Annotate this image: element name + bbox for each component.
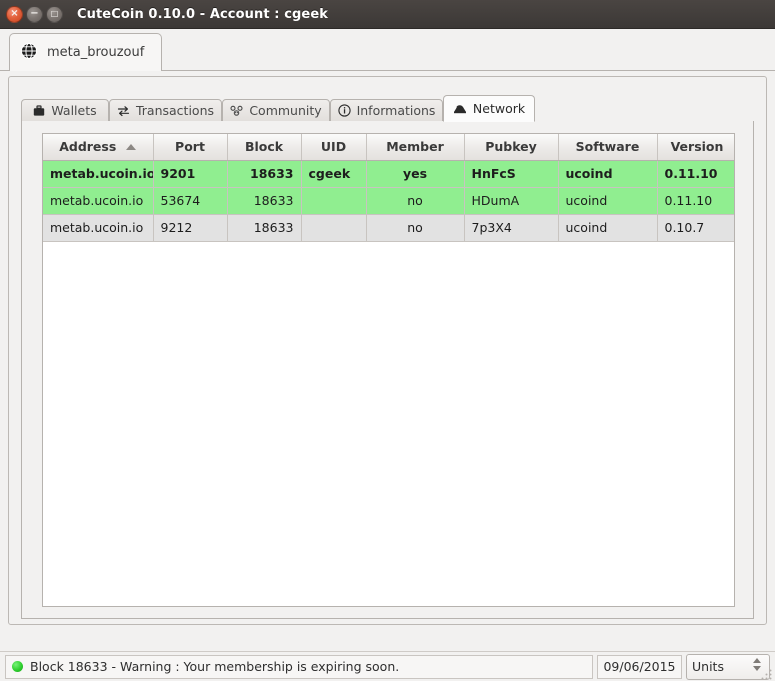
cell-version: 0.11.10 <box>657 160 734 188</box>
table-row[interactable]: metab.ucoin.io 9201 18633 cgeek yes HnFc… <box>43 160 734 188</box>
cell-member: no <box>366 214 465 242</box>
status-bar: Block 18633 - Warning : Your membership … <box>0 651 775 681</box>
units-selector-label: Units <box>692 659 724 674</box>
maximize-icon: □ <box>50 9 59 18</box>
tab-network-label: Network <box>472 101 526 116</box>
cell-pubkey: HDumA <box>464 187 559 215</box>
tab-network[interactable]: Network <box>443 95 535 122</box>
column-header-software[interactable]: Software <box>558 134 658 161</box>
tab-informations-label: Informations <box>356 103 436 118</box>
application-window: × − □ CuteCoin 0.10.0 - Account : cgeek <box>0 0 775 681</box>
tab-transactions-label: Transactions <box>135 103 215 118</box>
status-date-panel: 09/06/2015 <box>597 654 682 679</box>
title-bar: × − □ CuteCoin 0.10.0 - Account : cgeek <box>0 0 775 29</box>
account-tab-meta-brouzouf[interactable]: meta_brouzouf <box>9 33 162 71</box>
maximize-window-button[interactable]: □ <box>46 5 63 23</box>
status-message-panel: Block 18633 - Warning : Your membership … <box>5 654 593 679</box>
cell-version: 0.10.7 <box>657 214 734 242</box>
cell-pubkey: 7p3X4 <box>464 214 559 242</box>
cell-port: 53674 <box>153 187 228 215</box>
column-header-version[interactable]: Version <box>657 134 734 161</box>
window-controls: × − □ <box>0 5 63 23</box>
tab-community[interactable]: Community <box>222 99 330 122</box>
column-header-address[interactable]: Address <box>43 134 154 161</box>
account-tab-label: meta_brouzouf <box>47 45 145 60</box>
minimize-icon: − <box>30 8 39 19</box>
column-header-address-label: Address <box>59 139 117 155</box>
people-icon <box>230 105 243 117</box>
network-icon <box>453 103 467 115</box>
column-header-member[interactable]: Member <box>366 134 465 161</box>
tab-informations[interactable]: Informations <box>330 99 443 122</box>
green-status-dot-icon <box>12 661 23 672</box>
column-header-pubkey[interactable]: Pubkey <box>464 134 559 161</box>
peers-table-view[interactable]: Address Port Block UID Member Pubkey Sof… <box>42 133 735 607</box>
tab-community-label: Community <box>249 103 322 118</box>
cell-uid: cgeek <box>301 160 367 188</box>
column-header-port[interactable]: Port <box>153 134 228 161</box>
cell-block: 18633 <box>227 214 302 242</box>
resize-grip-icon[interactable] <box>759 666 773 680</box>
tab-bar: Wallets Transactions Community Informati… <box>21 95 754 122</box>
cell-block: 18633 <box>227 187 302 215</box>
cell-version: 0.11.10 <box>657 187 734 215</box>
cell-address: metab.ucoin.io <box>43 160 154 188</box>
cell-address: metab.ucoin.io <box>43 187 154 215</box>
column-header-uid[interactable]: UID <box>301 134 367 161</box>
chevron-up-icon[interactable] <box>753 657 761 663</box>
cell-software: ucoind <box>558 160 658 188</box>
account-tab-underline-cover <box>10 70 161 71</box>
main-tab-widget: Wallets Transactions Community Informati… <box>21 95 754 619</box>
table-row[interactable]: metab.ucoin.io 9212 18633 no 7p3X4 ucoin… <box>43 214 734 242</box>
column-header-block[interactable]: Block <box>227 134 302 161</box>
cell-member: no <box>366 187 465 215</box>
close-window-button[interactable]: × <box>6 5 23 23</box>
globe-icon <box>20 42 38 64</box>
cell-member: yes <box>366 160 465 188</box>
sort-ascending-icon <box>126 143 137 150</box>
exchange-icon <box>117 105 130 117</box>
cell-pubkey: HnFcS <box>464 160 559 188</box>
cell-uid <box>301 214 367 242</box>
account-tab-strip: meta_brouzouf <box>0 29 775 71</box>
table-header-row: Address Port Block UID Member Pubkey Sof… <box>43 134 734 161</box>
info-icon <box>337 104 351 117</box>
close-icon: × <box>10 8 19 19</box>
table-row[interactable]: metab.ucoin.io 53674 18633 no HDumA ucoi… <box>43 187 734 215</box>
cell-software: ucoind <box>558 214 658 242</box>
tab-wallets[interactable]: Wallets <box>21 99 109 122</box>
network-tab-page: Address Port Block UID Member Pubkey Sof… <box>21 121 754 619</box>
minimize-window-button[interactable]: − <box>26 5 43 23</box>
window-title: CuteCoin 0.10.0 - Account : cgeek <box>77 6 329 22</box>
cell-address: metab.ucoin.io <box>43 214 154 242</box>
tab-wallets-label: Wallets <box>51 103 97 118</box>
cell-block: 18633 <box>227 160 302 188</box>
units-selector[interactable]: Units <box>686 653 770 680</box>
tab-transactions[interactable]: Transactions <box>109 99 222 122</box>
status-message-text: Block 18633 - Warning : Your membership … <box>30 659 400 674</box>
peers-table: Address Port Block UID Member Pubkey Sof… <box>43 134 734 242</box>
cell-uid <box>301 187 367 215</box>
cell-port: 9212 <box>153 214 228 242</box>
briefcase-icon <box>33 104 45 117</box>
cell-port: 9201 <box>153 160 228 188</box>
cell-software: ucoind <box>558 187 658 215</box>
